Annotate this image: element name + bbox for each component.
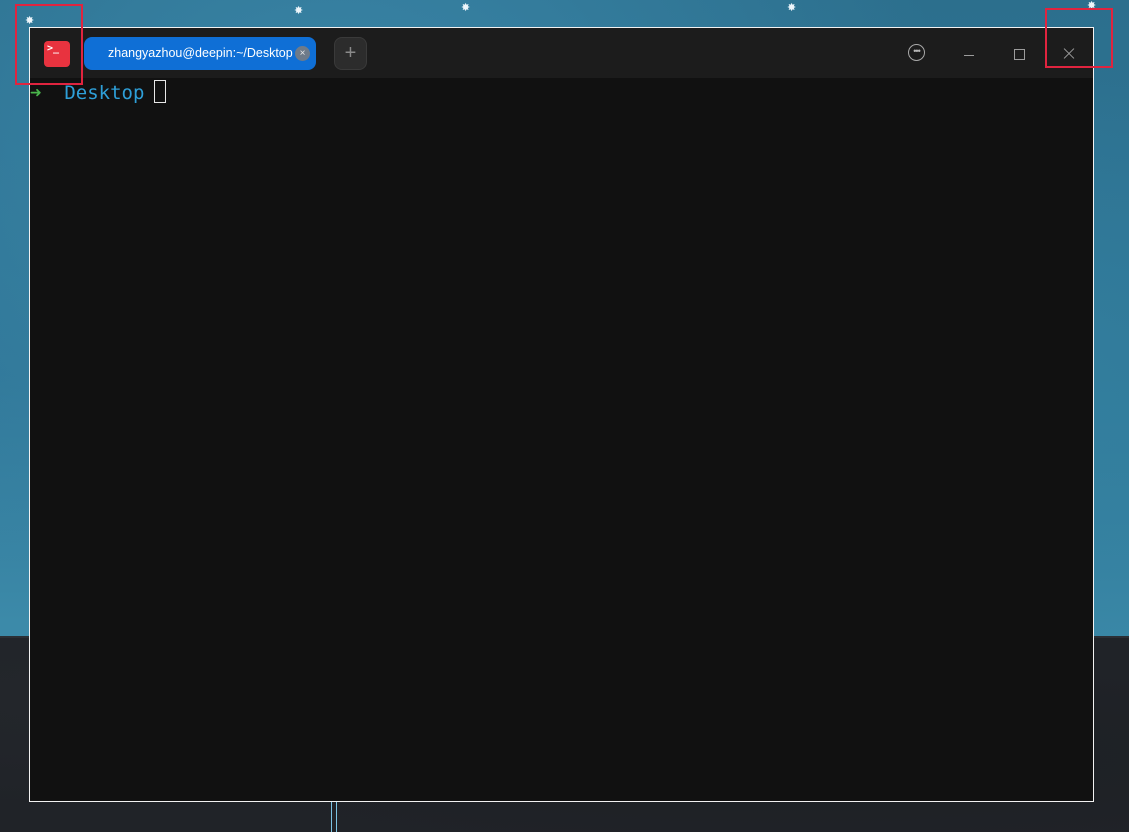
more-icon[interactable]: ••• — [908, 44, 925, 61]
tab-title: zhangyazhou@deepin:~/Desktop — [108, 46, 293, 60]
terminal-icon[interactable]: >_ — [44, 41, 70, 67]
prompt-directory: Desktop — [64, 82, 145, 104]
star-decoration: ✸ — [1087, 0, 1097, 12]
terminal-window: >_ zhangyazhou@deepin:~/Desktop × + ••• … — [29, 27, 1094, 802]
terminal-icon-glyph: >_ — [47, 43, 60, 54]
star-decoration: ✸ — [294, 4, 304, 17]
window-titlebar[interactable]: >_ zhangyazhou@deepin:~/Desktop × + ••• — [30, 28, 1093, 78]
prompt-line: ➜ Desktop — [30, 80, 167, 105]
minimize-button[interactable] — [953, 42, 983, 66]
star-decoration: ✸ — [25, 14, 35, 27]
maximize-button[interactable] — [1004, 42, 1034, 66]
new-tab-button[interactable]: + — [334, 37, 367, 70]
text-cursor — [154, 80, 167, 103]
terminal-output[interactable]: ➜ Desktop — [30, 78, 1093, 801]
star-decoration: ✸ — [461, 1, 471, 14]
wallpaper-light-pole — [331, 798, 337, 832]
close-button[interactable] — [1054, 42, 1084, 66]
tab-close-icon[interactable]: × — [295, 46, 310, 61]
prompt-arrow-icon: ➜ — [30, 82, 42, 104]
tab-desktop[interactable]: zhangyazhou@deepin:~/Desktop × — [84, 37, 316, 70]
star-decoration: ✸ — [787, 1, 797, 14]
